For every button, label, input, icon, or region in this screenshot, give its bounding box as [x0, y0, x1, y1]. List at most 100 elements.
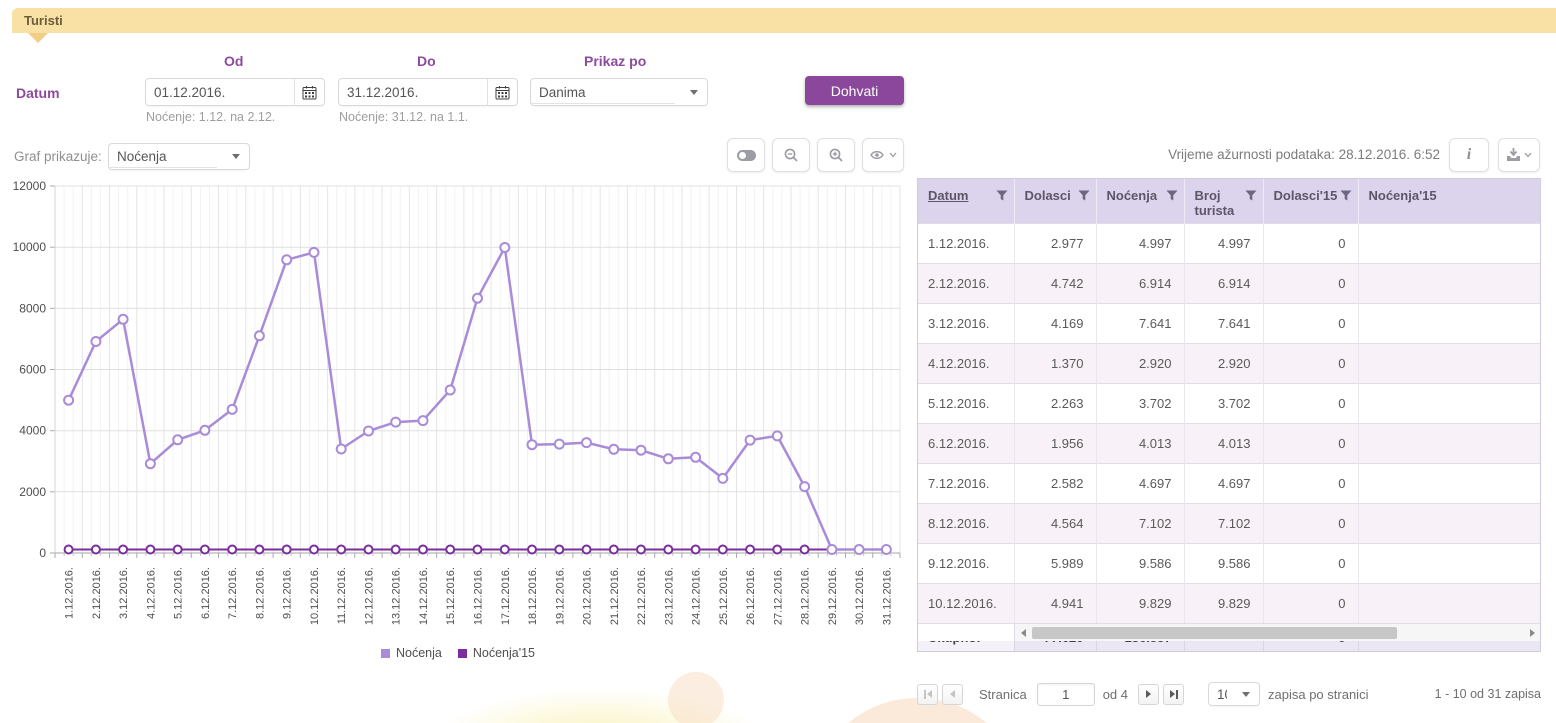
next-page-button[interactable]: [1138, 684, 1159, 705]
column-header-dolasci[interactable]: Dolasci: [1014, 179, 1096, 223]
table-cell: 6.914: [1184, 263, 1263, 303]
table-cell: 9.829: [1184, 583, 1263, 623]
table-cell: 2.582: [1014, 463, 1096, 503]
zoom-in-icon: [828, 147, 844, 163]
legend-item-nocenja[interactable]: Noćenja: [381, 646, 442, 660]
page-number-input[interactable]: [1037, 683, 1095, 706]
calendar-button-to[interactable]: [487, 79, 517, 105]
pager: Stranica od 4 10 zapisa po stranici 1 - …: [917, 681, 1541, 707]
datum-label: Datum: [16, 85, 60, 101]
date-from-field: [145, 78, 325, 106]
table-row[interactable]: 10.12.2016.4.9419.8299.8290: [918, 583, 1540, 623]
column-header-dolasci15[interactable]: Dolasci'15: [1263, 179, 1358, 223]
table-row[interactable]: 2.12.2016.4.7426.9146.9140: [918, 263, 1540, 303]
table-row[interactable]: 5.12.2016.2.2633.7023.7020: [918, 383, 1540, 423]
table-row[interactable]: 8.12.2016.4.5647.1027.1020: [918, 503, 1540, 543]
filter-icon[interactable]: [1245, 190, 1257, 202]
svg-text:10.12.2016.: 10.12.2016.: [309, 567, 321, 625]
svg-text:9.12.2016.: 9.12.2016.: [282, 567, 294, 619]
zoom-out-button[interactable]: [772, 138, 810, 172]
table-cell: 4.013: [1184, 423, 1263, 463]
svg-text:17.12.2016.: 17.12.2016.: [500, 567, 512, 625]
download-icon: [1506, 148, 1521, 162]
legend-item-nocenja15[interactable]: Noćenja'15: [458, 646, 535, 660]
table-row[interactable]: 7.12.2016.2.5824.6974.6970: [918, 463, 1540, 503]
filter-icon[interactable]: [1166, 190, 1178, 202]
chevron-down-icon: [1524, 152, 1532, 158]
scrollbar-thumb[interactable]: [1032, 627, 1397, 639]
column-header-nocenja[interactable]: Noćenja: [1096, 179, 1184, 223]
do-label: Do: [417, 53, 436, 69]
date-from-input[interactable]: [146, 79, 294, 105]
scroll-right-arrow-icon[interactable]: [1524, 629, 1540, 637]
graf-prikazuje-select[interactable]: Noćenja: [108, 143, 250, 170]
prev-page-button[interactable]: [942, 684, 963, 705]
zoom-in-button[interactable]: [817, 138, 855, 172]
svg-text:2.12.2016.: 2.12.2016.: [91, 567, 103, 619]
column-header-broj-turista[interactable]: Broj turista: [1184, 179, 1263, 223]
table-cell: 4.941: [1014, 583, 1096, 623]
table-row[interactable]: 4.12.2016.1.3702.9202.9200: [918, 343, 1540, 383]
filter-icon[interactable]: [996, 190, 1008, 202]
table-row[interactable]: 6.12.2016.1.9564.0134.0130: [918, 423, 1540, 463]
tab-turisti[interactable]: Turisti: [24, 13, 63, 28]
dohvati-button[interactable]: Dohvati: [805, 76, 904, 105]
column-header-nocenja15[interactable]: Noćenja'15: [1358, 179, 1540, 223]
table-cell: 0: [1263, 503, 1358, 543]
table-cell: 0: [1263, 303, 1358, 343]
scrollbar-track[interactable]: [1031, 627, 1524, 639]
svg-text:3.12.2016.: 3.12.2016.: [118, 567, 130, 619]
filter-icon[interactable]: [1340, 190, 1352, 202]
svg-text:5.12.2016.: 5.12.2016.: [173, 567, 185, 619]
toggle-icon: [737, 150, 756, 161]
page-size-select[interactable]: 10: [1208, 682, 1260, 706]
table-row[interactable]: 1.12.2016.2.9774.9974.9970: [918, 223, 1540, 263]
first-page-button[interactable]: [917, 684, 938, 705]
svg-text:10000: 10000: [13, 240, 47, 254]
filter-icon[interactable]: [1078, 190, 1090, 202]
svg-text:30.12.2016.: 30.12.2016.: [854, 567, 866, 625]
table-cell: 2.977: [1014, 223, 1096, 263]
decor-peach-circle-small: [668, 672, 724, 723]
table-cell: 7.641: [1096, 303, 1184, 343]
info-button[interactable]: i: [1449, 138, 1489, 172]
chevron-down-icon: [1242, 692, 1250, 697]
grid-header-row: Datum Dolasci Noćenja Broj turista Dolas…: [918, 179, 1540, 223]
svg-text:16.12.2016.: 16.12.2016.: [473, 567, 485, 625]
tab-arrow-icon: [28, 33, 48, 43]
svg-text:23.12.2016.: 23.12.2016.: [663, 567, 675, 625]
last-page-button[interactable]: [1163, 684, 1184, 705]
table-cell: 0: [1263, 343, 1358, 383]
svg-text:4.12.2016.: 4.12.2016.: [145, 567, 157, 619]
table-row[interactable]: 3.12.2016.4.1697.6417.6410: [918, 303, 1540, 343]
svg-text:12.12.2016.: 12.12.2016.: [364, 567, 376, 625]
table-cell: 0: [1263, 463, 1358, 503]
svg-text:20.12.2016.: 20.12.2016.: [582, 567, 594, 625]
table-cell: 0: [1263, 583, 1358, 623]
prikaz-po-select[interactable]: Danima: [530, 78, 708, 106]
svg-text:19.12.2016.: 19.12.2016.: [554, 567, 566, 625]
table-cell: 6.914: [1096, 263, 1184, 303]
svg-text:2000: 2000: [19, 485, 46, 499]
svg-text:21.12.2016.: 21.12.2016.: [609, 567, 621, 625]
date-to-hint: Noćenje: 31.12. na 1.1.: [339, 110, 468, 124]
export-button[interactable]: [1498, 138, 1540, 172]
date-to-input[interactable]: [339, 79, 487, 105]
graf-prikazuje-value: Noćenja: [109, 145, 217, 168]
horizontal-scrollbar[interactable]: [1014, 624, 1540, 641]
table-cell: 4.997: [1184, 223, 1263, 263]
scroll-left-arrow-icon[interactable]: [1015, 629, 1031, 637]
table-row[interactable]: 9.12.2016.5.9899.5869.5860: [918, 543, 1540, 583]
chart-toggle-button[interactable]: [727, 138, 765, 172]
line-chart[interactable]: 0200040006000800010000120001.12.2016.2.1…: [8, 178, 908, 648]
column-header-datum[interactable]: Datum: [918, 179, 1014, 223]
calendar-button-from[interactable]: [294, 79, 324, 105]
date-to-field: [338, 78, 518, 106]
table-cell: 0: [1263, 543, 1358, 583]
table-cell: 9.586: [1184, 543, 1263, 583]
records-range-label: 1 - 10 od 31 zapisa: [1435, 687, 1541, 701]
table-cell: 1.12.2016.: [918, 223, 1014, 263]
table-cell: 2.263: [1014, 383, 1096, 423]
page-size-label: zapisa po stranici: [1268, 687, 1368, 702]
series-visibility-button[interactable]: [862, 138, 904, 172]
